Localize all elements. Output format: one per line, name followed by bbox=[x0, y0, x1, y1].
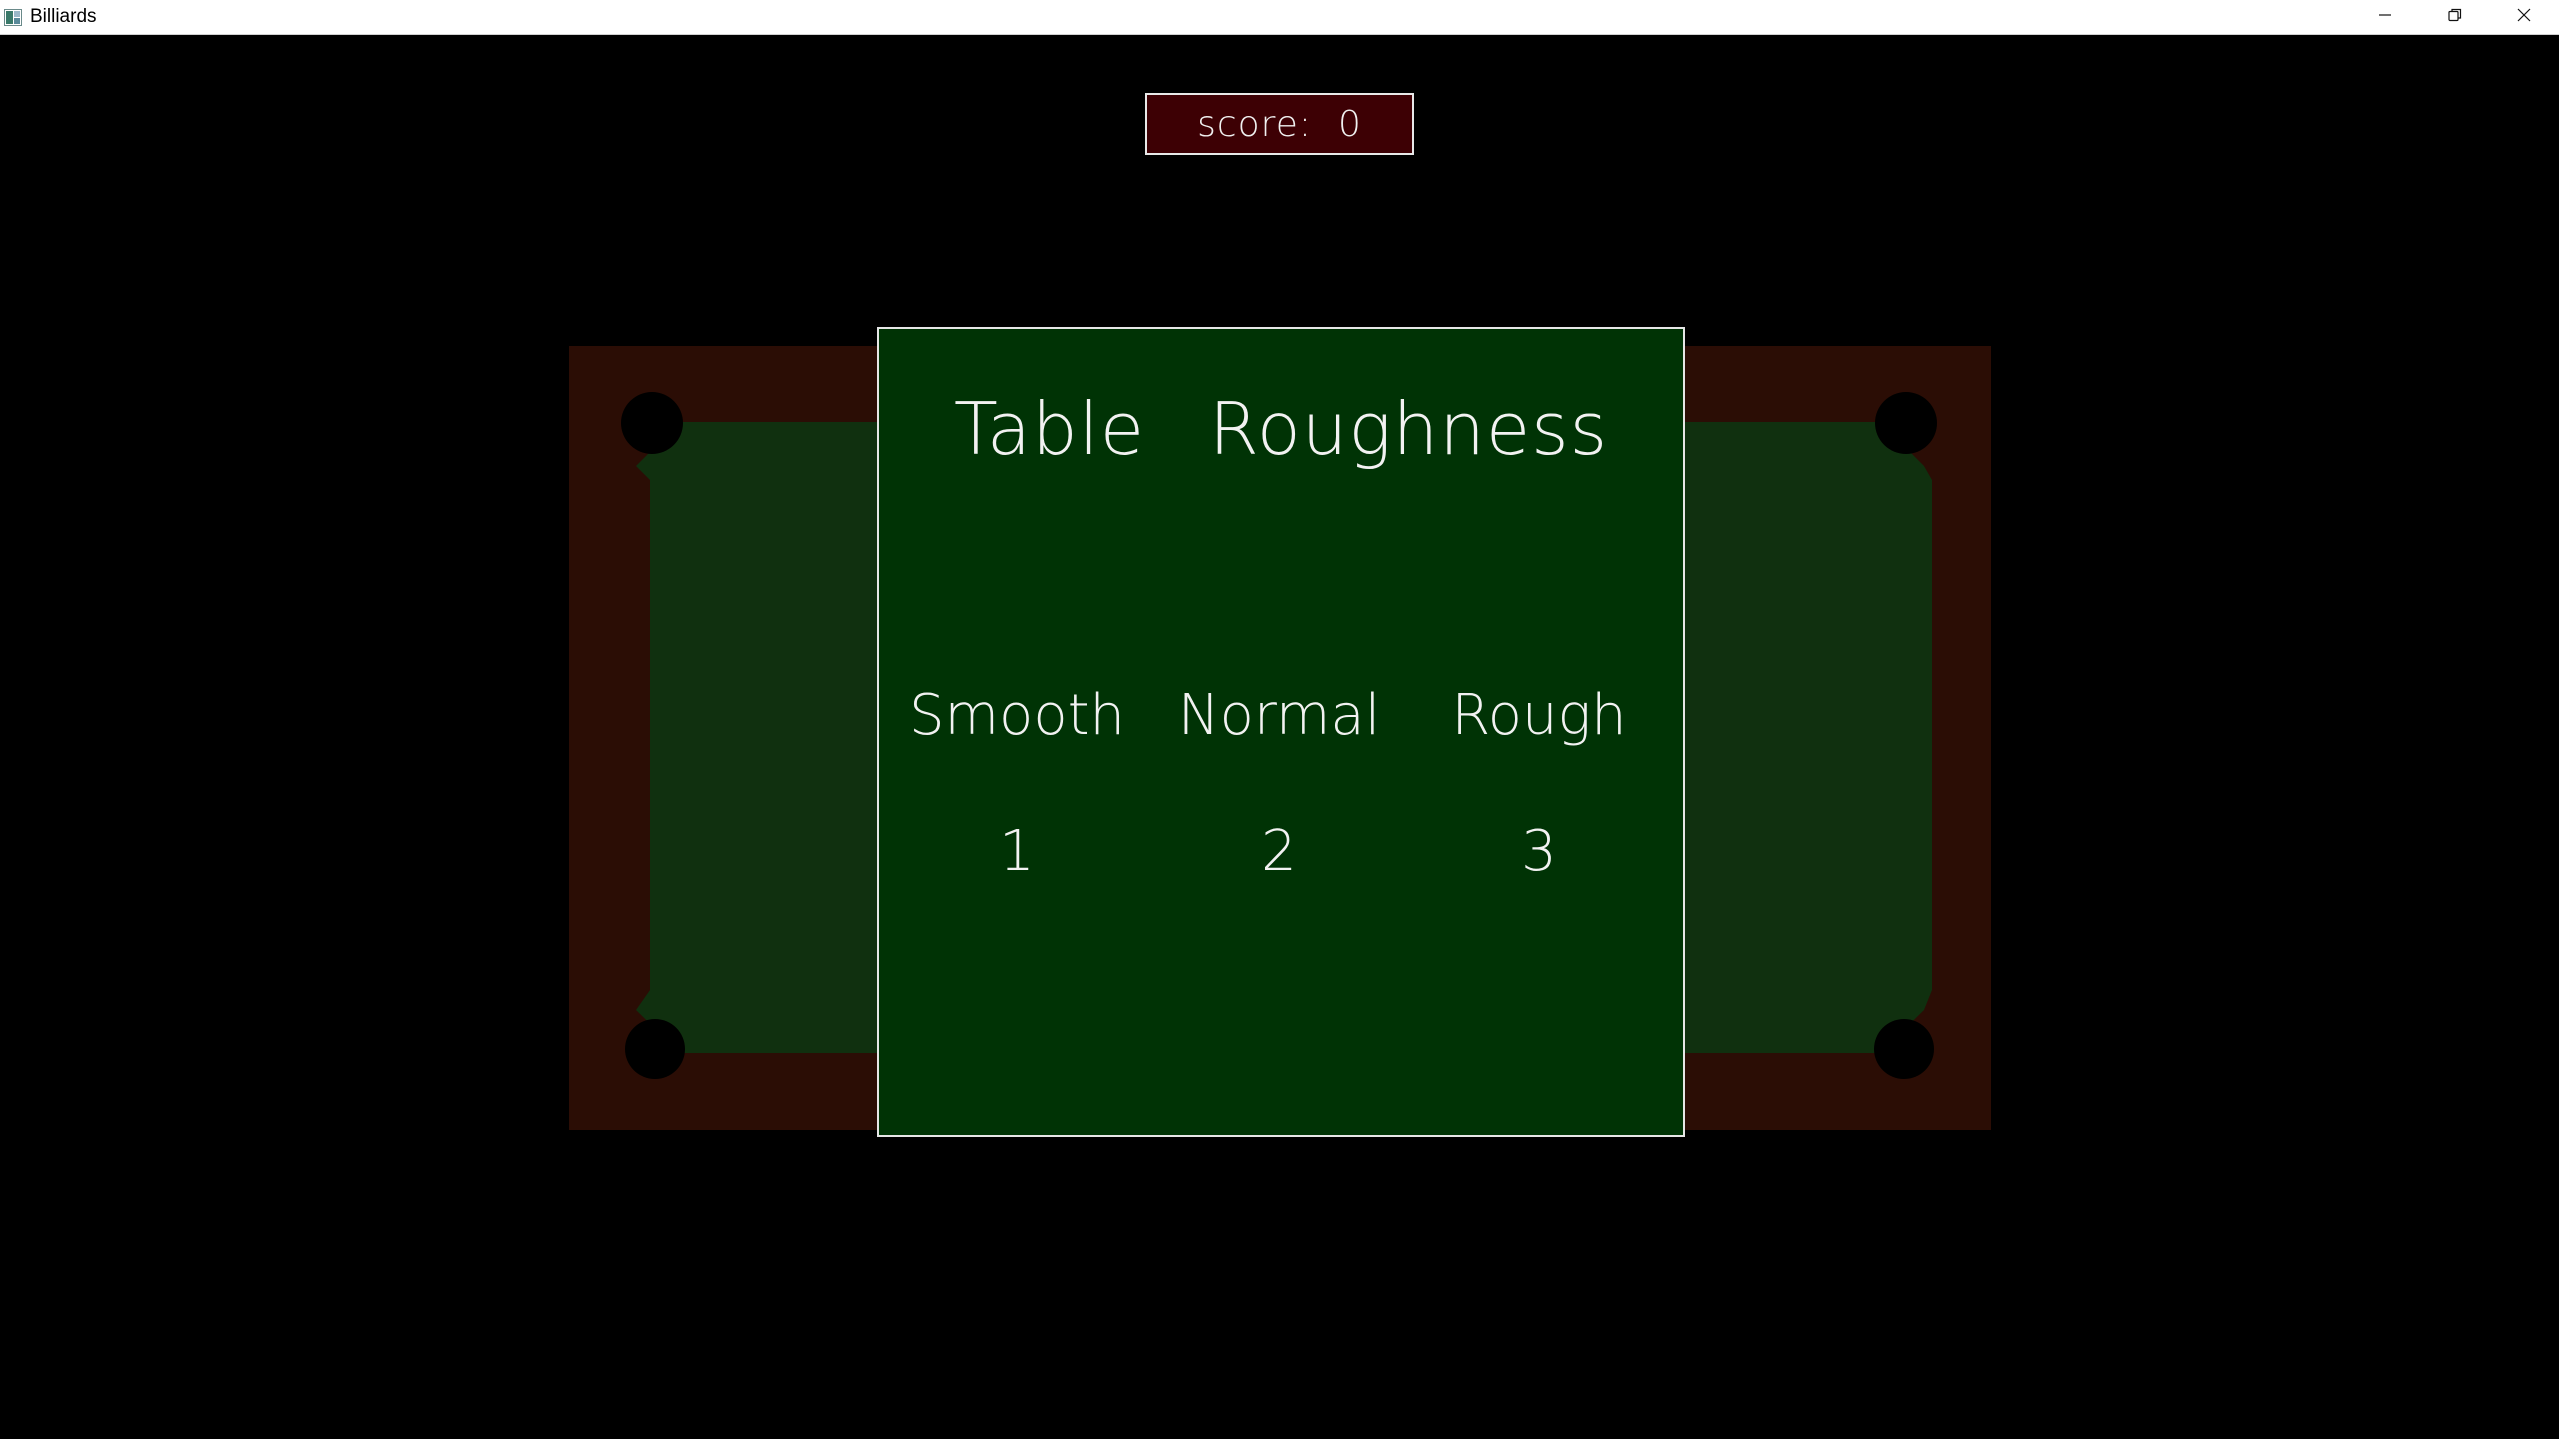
dialog-title: Table Roughness bbox=[953, 387, 1609, 471]
option-rough[interactable]: Rough 3 bbox=[1409, 681, 1669, 887]
score-value: 0 bbox=[1337, 103, 1362, 145]
option-key: 1 bbox=[999, 819, 1035, 884]
roughness-dialog: Table Roughness Smooth 1 Normal 2 Rough … bbox=[877, 327, 1685, 1137]
pocket-top-right bbox=[1875, 392, 1937, 454]
score-label: score: bbox=[1197, 103, 1312, 145]
option-key: 3 bbox=[1521, 819, 1557, 884]
pocket-bottom-left bbox=[625, 1019, 685, 1079]
option-label: Normal bbox=[1177, 683, 1381, 748]
option-smooth[interactable]: Smooth 1 bbox=[887, 681, 1147, 887]
pocket-bottom-right bbox=[1874, 1019, 1934, 1079]
pocket-top-left bbox=[621, 392, 683, 454]
option-label: Rough bbox=[1451, 683, 1627, 748]
option-normal[interactable]: Normal 2 bbox=[1149, 681, 1409, 887]
option-label: Smooth bbox=[908, 683, 1126, 748]
option-key: 2 bbox=[1261, 819, 1297, 884]
score-display: score: 0 bbox=[1145, 93, 1414, 155]
